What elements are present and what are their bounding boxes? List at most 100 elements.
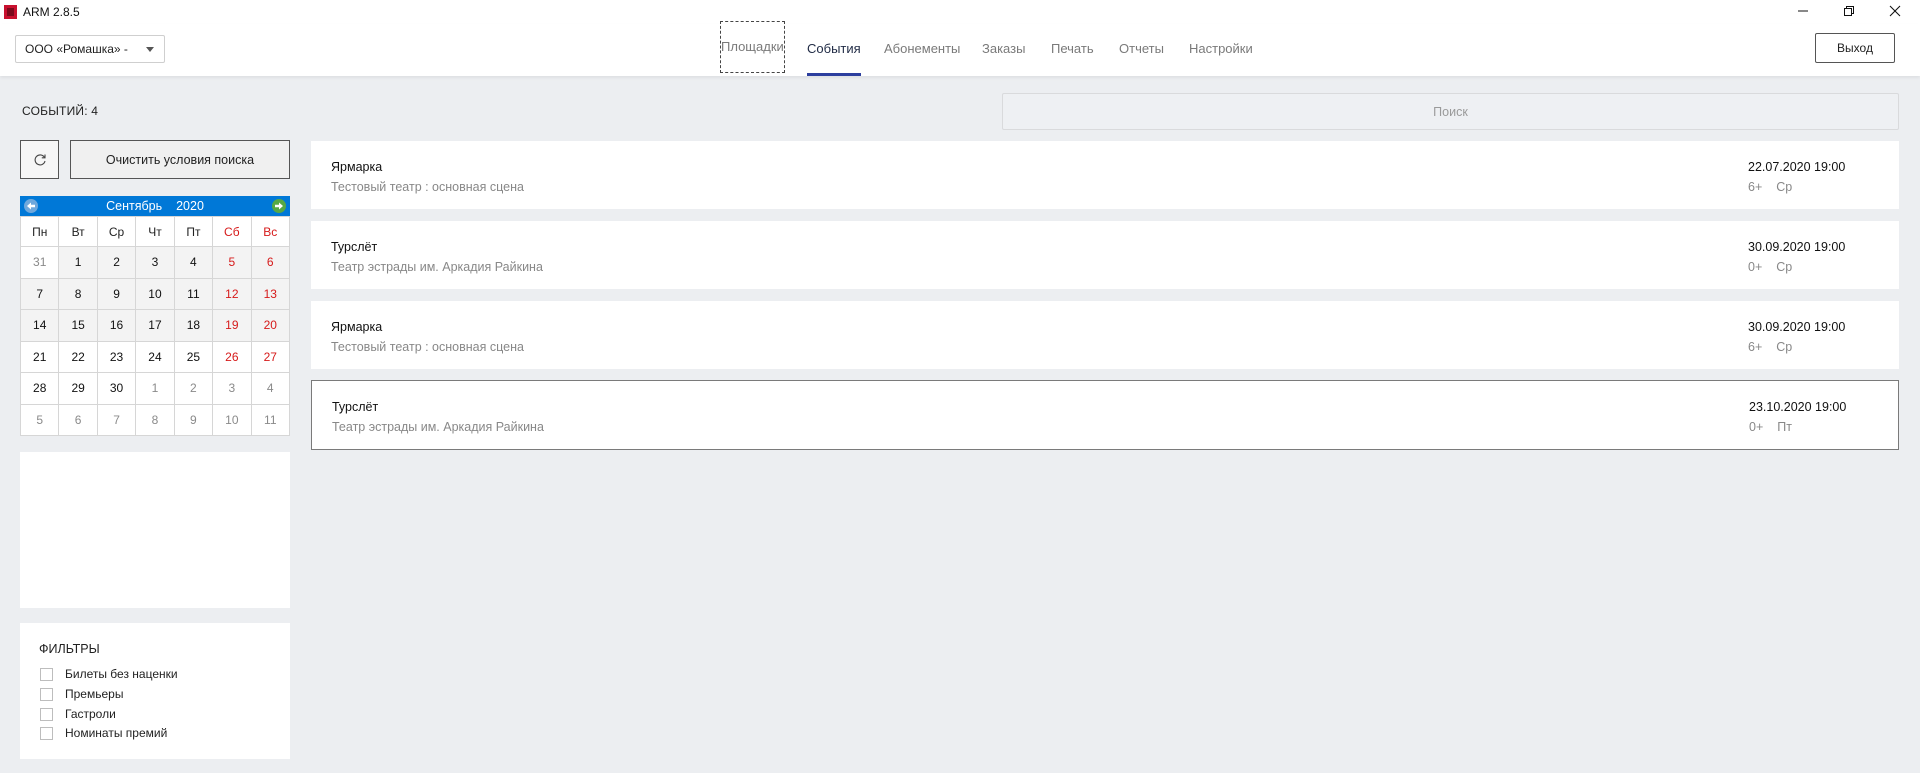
tab-subscriptions[interactable]: Абонементы — [884, 24, 960, 76]
search-input[interactable] — [1002, 93, 1899, 130]
filter-tours[interactable]: Гастроли — [40, 706, 116, 722]
calendar-day[interactable]: 21 — [19, 340, 60, 373]
calendar-day[interactable]: 11 — [173, 277, 214, 310]
event-venue: Тестовый театр : основная сцена — [331, 180, 524, 194]
checkbox[interactable] — [40, 726, 53, 740]
app-logo-icon — [4, 5, 17, 19]
calendar-day[interactable]: 2 — [96, 246, 137, 279]
filter-no-markup[interactable]: Билеты без наценки — [40, 666, 178, 682]
calendar-day[interactable]: 29 — [58, 372, 98, 405]
filter-award-nominees[interactable]: Номинаты премий — [40, 725, 167, 741]
calendar-day[interactable]: 6 — [250, 246, 291, 279]
calendar-header: Сентябрь 2020 — [20, 196, 290, 216]
calendar-day[interactable]: 1 — [58, 246, 98, 279]
calendar-day[interactable]: 12 — [212, 277, 252, 310]
calendar-day[interactable]: 8 — [135, 403, 175, 436]
calendar-grid: Пн Вт Ср Чт Пт Сб Вс 31 1 2 3 4 5 6 7 8 — [19, 216, 291, 436]
event-meta: 6+ Ср — [1748, 180, 1792, 194]
calendar-day[interactable]: 31 — [19, 246, 60, 279]
calendar-next-button[interactable] — [272, 199, 286, 213]
close-window-button[interactable] — [1872, 0, 1917, 22]
filter-label: Номинаты премий — [65, 726, 168, 740]
calendar-day[interactable]: 13 — [250, 277, 291, 310]
calendar-month[interactable]: Сентябрь — [106, 199, 162, 213]
calendar-day[interactable]: 24 — [135, 340, 175, 373]
app-header: ООО «Ромашка» - Площадки События Абонеме… — [0, 21, 1920, 76]
calendar: Сентябрь 2020 Пн Вт Ср Чт Пт Сб Вс 31 1 — [19, 196, 291, 436]
calendar-day[interactable]: 15 — [58, 309, 98, 342]
calendar-day[interactable]: 14 — [19, 309, 60, 342]
calendar-day[interactable]: 18 — [173, 309, 214, 342]
calendar-day[interactable]: 25 — [173, 340, 214, 373]
tab-print[interactable]: Печать — [1051, 24, 1094, 76]
filters-title: ФИЛЬТРЫ — [39, 642, 100, 656]
event-datetime: 30.09.2020 19:00 — [1748, 240, 1846, 254]
tab-events[interactable]: События — [807, 24, 861, 76]
weekday-header: Сб — [212, 216, 252, 247]
tab-venues[interactable]: Площадки — [720, 21, 785, 73]
calendar-day[interactable]: 16 — [96, 309, 137, 342]
event-age-rating: 0+ — [1749, 420, 1764, 434]
window-title: ARM 2.8.5 — [23, 5, 80, 19]
calendar-day[interactable]: 28 — [19, 372, 60, 405]
tab-reports[interactable]: Отчеты — [1119, 24, 1164, 76]
calendar-day[interactable]: 7 — [96, 403, 137, 436]
event-card-selected[interactable]: Турслёт Театр эстрады им. Аркадия Райкин… — [311, 380, 1899, 450]
event-venue: Тестовый театр : основная сцена — [331, 340, 524, 354]
weekday-header: Вт — [58, 216, 98, 247]
calendar-day[interactable]: 27 — [250, 340, 291, 373]
calendar-year[interactable]: 2020 — [176, 199, 204, 213]
event-card[interactable]: Ярмарка Тестовый театр : основная сцена … — [311, 301, 1899, 369]
event-datetime: 23.10.2020 19:00 — [1749, 400, 1847, 414]
calendar-day[interactable]: 4 — [173, 246, 214, 279]
checkbox[interactable] — [40, 687, 53, 701]
event-age-rating: 6+ — [1748, 340, 1763, 354]
events-count-label: СОБЫТИЙ: — [22, 104, 88, 118]
calendar-day[interactable]: 23 — [96, 340, 137, 373]
event-card[interactable]: Ярмарка Тестовый театр : основная сцена … — [311, 141, 1899, 209]
calendar-day[interactable]: 9 — [96, 277, 137, 310]
minimize-icon — [1797, 10, 1808, 12]
calendar-day[interactable]: 7 — [19, 277, 60, 310]
calendar-day[interactable]: 3 — [212, 372, 252, 405]
refresh-icon — [34, 153, 46, 165]
event-venue: Театр эстрады им. Аркадия Райкина — [331, 260, 543, 274]
calendar-day[interactable]: 19 — [212, 309, 252, 342]
calendar-day[interactable]: 9 — [173, 403, 214, 436]
calendar-day[interactable]: 1 — [135, 372, 175, 405]
event-weekday: Пт — [1777, 420, 1792, 434]
restore-button[interactable] — [1826, 0, 1871, 22]
calendar-day[interactable]: 11 — [250, 403, 291, 436]
calendar-prev-button[interactable] — [24, 199, 38, 213]
calendar-day[interactable]: 4 — [250, 372, 291, 405]
event-card[interactable]: Турслёт Театр эстрады им. Аркадия Райкин… — [311, 221, 1899, 289]
tab-settings[interactable]: Настройки — [1189, 24, 1253, 76]
main-nav: Площадки События Абонементы Заказы Печат… — [0, 21, 1920, 76]
minimize-button[interactable] — [1780, 0, 1825, 22]
calendar-day[interactable]: 8 — [58, 277, 98, 310]
calendar-day[interactable]: 2 — [173, 372, 214, 405]
arrow-left-icon — [27, 202, 35, 210]
calendar-day[interactable]: 5 — [212, 246, 252, 279]
filter-premieres[interactable]: Премьеры — [40, 686, 123, 702]
tab-orders[interactable]: Заказы — [982, 24, 1025, 76]
calendar-day[interactable]: 3 — [135, 246, 175, 279]
filters-panel: ФИЛЬТРЫ Билеты без наценки Премьеры Гаст… — [20, 623, 290, 759]
calendar-day[interactable]: 10 — [212, 403, 252, 436]
calendar-day[interactable]: 10 — [135, 277, 175, 310]
logout-button[interactable]: Выход — [1815, 33, 1895, 63]
empty-panel — [20, 452, 290, 608]
calendar-day[interactable]: 30 — [96, 372, 137, 405]
clear-search-button[interactable]: Очистить условия поиска — [70, 140, 290, 179]
calendar-day[interactable]: 6 — [58, 403, 98, 436]
checkbox[interactable] — [40, 707, 53, 721]
calendar-day[interactable]: 17 — [135, 309, 175, 342]
refresh-button[interactable] — [20, 140, 59, 179]
calendar-day[interactable]: 22 — [58, 340, 98, 373]
calendar-day[interactable]: 20 — [250, 309, 291, 342]
filter-label: Гастроли — [65, 707, 116, 721]
calendar-day[interactable]: 26 — [212, 340, 252, 373]
calendar-day[interactable]: 5 — [19, 403, 60, 436]
checkbox[interactable] — [40, 667, 53, 681]
events-count-value: 4 — [91, 104, 99, 118]
